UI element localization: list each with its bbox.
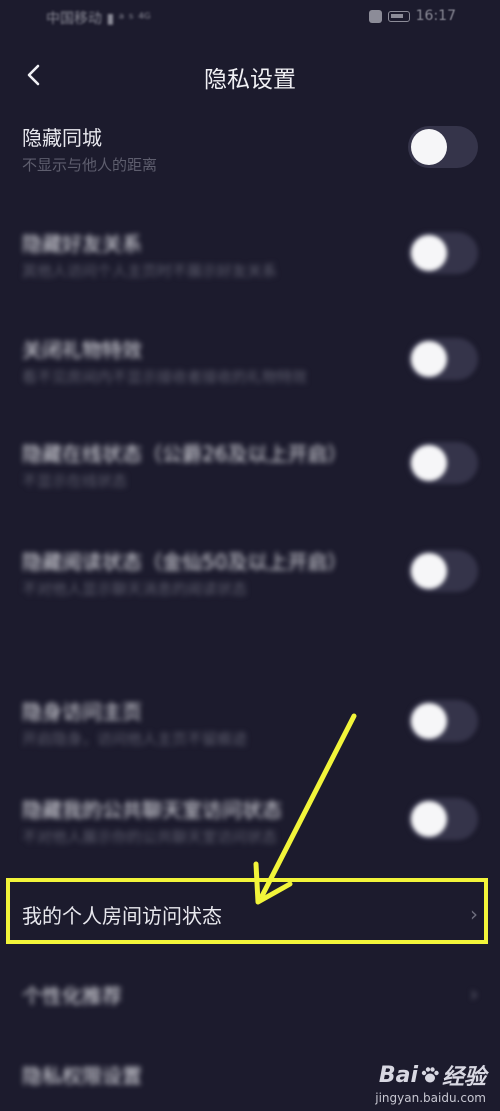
setting-title: 隐藏在线状态（公爵26及以上开启）: [22, 442, 348, 466]
stealth-visit-toggle[interactable]: [408, 700, 478, 742]
setting-subtitle: 开启隐身，访问他人主页不留痕迹: [22, 730, 248, 748]
clock: 16:17: [415, 8, 456, 24]
nav-row-personal-room-status[interactable]: 我的个人房间访问状态 ›: [0, 880, 500, 946]
paw-icon: [420, 1065, 440, 1085]
online-status-toggle[interactable]: [408, 442, 478, 484]
hide-nearby-toggle[interactable]: [408, 126, 478, 168]
nav-label: 个性化推荐: [22, 984, 122, 1008]
toggle-knob: [411, 703, 447, 739]
page-title: 隐私设置: [204, 67, 296, 93]
nav-label: 隐私权限设置: [22, 1064, 142, 1088]
chevron-right-icon: ›: [470, 902, 478, 926]
setting-title: 隐藏好友关系: [22, 232, 142, 256]
setting-subtitle: 不显示与他人的距离: [22, 156, 158, 174]
watermark-brand: Bai 经验: [375, 1059, 486, 1091]
watermark-url: jingyan.baidu.com: [375, 1091, 486, 1105]
toggle-knob: [411, 445, 447, 481]
watermark-brand-text: Bai: [378, 1062, 418, 1088]
status-right: 16:17: [368, 8, 456, 24]
gift-effects-toggle[interactable]: [408, 338, 478, 380]
notification-icon: [368, 9, 382, 23]
watermark: Bai 经验 jingyan.baidu.com: [375, 1059, 486, 1106]
setting-subtitle: 其他人访问个人主页时不展示好友关系: [22, 262, 278, 280]
toggle-knob: [411, 341, 447, 377]
toggle-knob: [411, 129, 447, 165]
setting-row-hide-nearby: 隐藏同城 不显示与他人的距离: [0, 108, 500, 204]
carrier-info: 中国移动 ▮ ᵃ ˢ ⁴ᴳ: [46, 11, 151, 27]
battery-icon: [387, 10, 410, 22]
header: 隐私设置: [0, 50, 500, 102]
status-bar: 中国移动 ▮ ᵃ ˢ ⁴ᴳ 16:17: [0, 0, 500, 38]
setting-subtitle: 不对他人显示聊天消息的阅读状态: [22, 580, 248, 598]
hide-friends-toggle[interactable]: [408, 232, 478, 274]
toggle-knob: [411, 553, 447, 589]
chevron-right-icon: ›: [470, 982, 478, 1006]
setting-row-hide-friends: 隐藏好友关系 其他人访问个人主页时不展示好友关系: [0, 214, 500, 310]
setting-row-public-chat-status: 隐藏我的公共聊天室访问状态 不对他人展示你的公共聊天室访问状态: [0, 780, 500, 876]
setting-title: 隐藏阅读状态（金仙50及以上开启）: [22, 550, 348, 574]
setting-title: 隐藏同城: [22, 126, 102, 150]
setting-subtitle: 看不见房间内不显示接收者接收的礼物特效: [22, 368, 308, 386]
setting-row-gift-effects: 关闭礼物特效 看不见房间内不显示接收者接收的礼物特效: [0, 320, 500, 416]
setting-subtitle: 不显示在线状态: [22, 472, 128, 490]
watermark-brand-suffix: 经验: [441, 1065, 486, 1090]
nav-label: 我的个人房间访问状态: [22, 904, 222, 928]
toggle-knob: [411, 235, 447, 271]
setting-subtitle: 不对他人展示你的公共聊天室访问状态: [22, 828, 278, 846]
setting-title: 关闭礼物特效: [22, 338, 142, 362]
nav-row-personalized-recommendation[interactable]: 个性化推荐 ›: [0, 960, 500, 1026]
setting-row-read-status: 隐藏阅读状态（金仙50及以上开启） 不对他人显示聊天消息的阅读状态: [0, 532, 500, 628]
public-chat-status-toggle[interactable]: [408, 798, 478, 840]
setting-title: 隐身访问主页: [22, 700, 142, 724]
read-status-toggle[interactable]: [408, 550, 478, 592]
setting-row-stealth-visit: 隐身访问主页 开启隐身，访问他人主页不留痕迹: [0, 682, 500, 778]
setting-row-online-status: 隐藏在线状态（公爵26及以上开启） 不显示在线状态: [0, 424, 500, 520]
setting-title: 隐藏我的公共聊天室访问状态: [22, 798, 282, 822]
toggle-knob: [411, 801, 447, 837]
